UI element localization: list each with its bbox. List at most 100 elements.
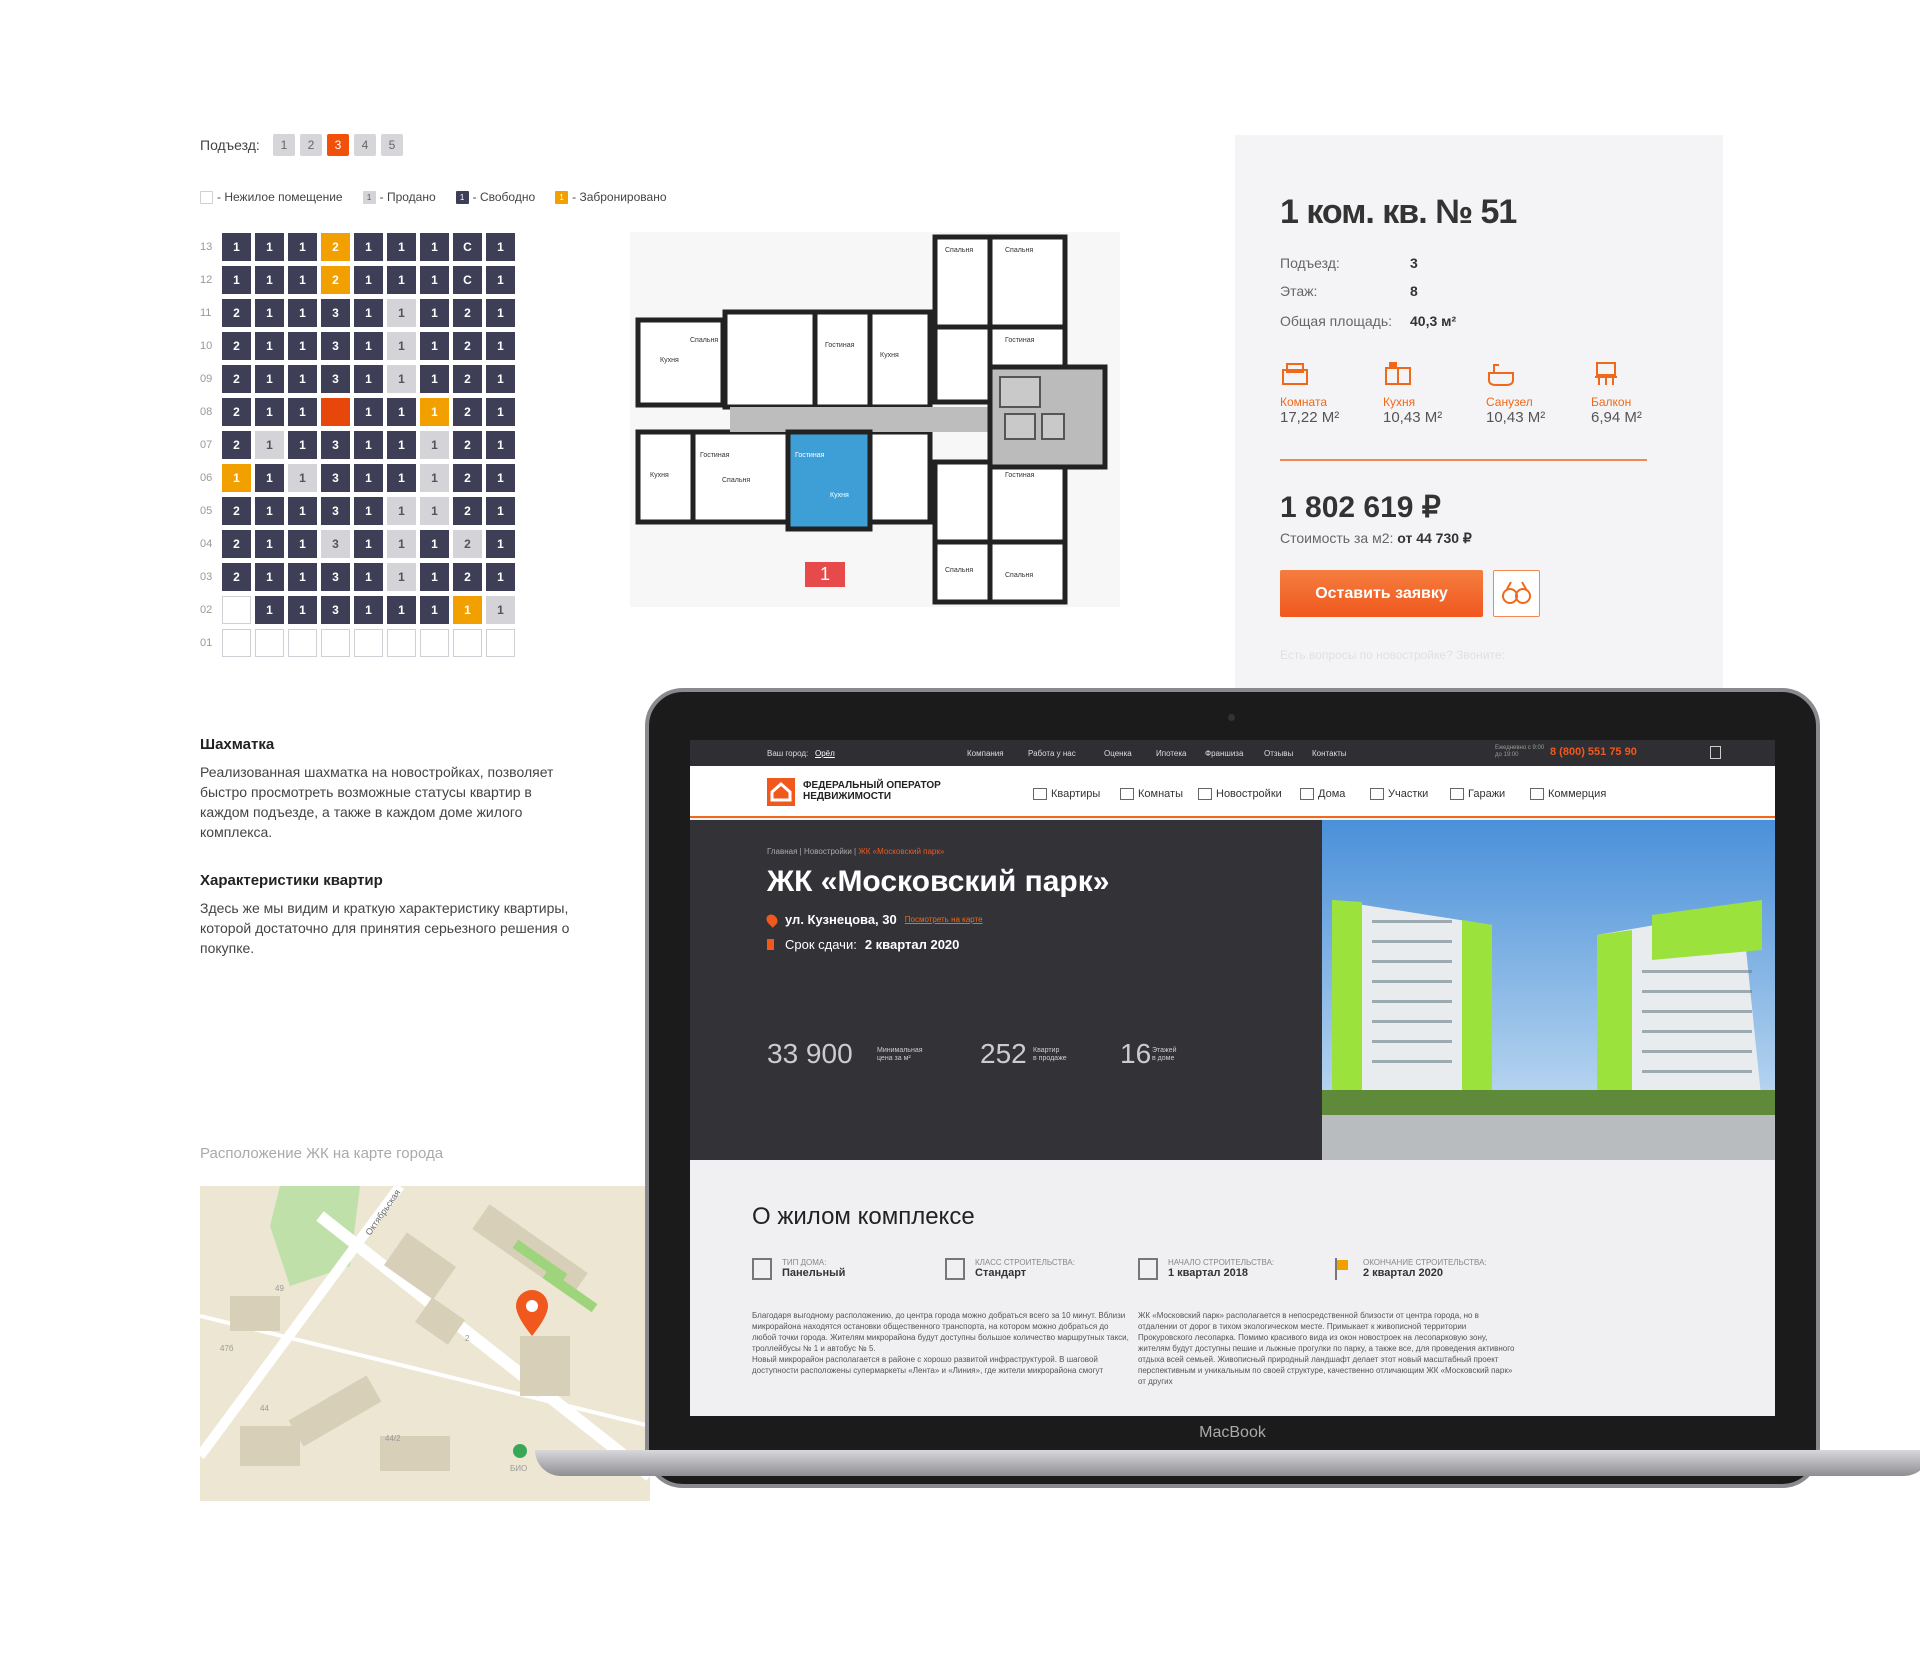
nav-apartments[interactable]: Квартиры <box>1033 788 1100 800</box>
nav-plots[interactable]: Участки <box>1370 788 1428 800</box>
apartment-cell[interactable]: 2 <box>453 530 482 558</box>
apartment-cell[interactable]: 3 <box>321 563 350 591</box>
apartment-cell[interactable]: 2 <box>453 398 482 426</box>
apartment-cell[interactable]: 1 <box>255 299 284 327</box>
nav-careers[interactable]: Работа у нас <box>1028 749 1076 758</box>
apartment-cell[interactable]: 1 <box>288 497 317 525</box>
apartment-cell[interactable]: 1 <box>288 398 317 426</box>
apartment-cell[interactable]: 2 <box>222 431 251 459</box>
apartment-cell[interactable]: 1 <box>420 497 449 525</box>
apartment-cell[interactable]: 2 <box>453 299 482 327</box>
apartment-cell[interactable]: 1 <box>354 530 383 558</box>
apartment-cell[interactable]: 3 <box>321 332 350 360</box>
nav-new-buildings[interactable]: Новостройки <box>1198 788 1282 800</box>
apartment-cell[interactable]: 2 <box>453 365 482 393</box>
apartment-cell[interactable]: 3 <box>321 431 350 459</box>
apartment-cell[interactable]: 1 <box>222 233 251 261</box>
breadcrumb-new-buildings[interactable]: Новостройки <box>804 847 852 856</box>
apartment-cell[interactable]: 1 <box>486 332 515 360</box>
apartment-cell[interactable]: 1 <box>420 464 449 492</box>
entrance-tab-1[interactable]: 1 <box>273 134 295 156</box>
apartment-cell[interactable]: 1 <box>387 530 416 558</box>
apartment-cell[interactable]: 1 <box>387 398 416 426</box>
apartment-cell[interactable]: 1 <box>354 398 383 426</box>
apartment-cell[interactable]: 1 <box>486 497 515 525</box>
apartment-cell[interactable]: 2 <box>453 332 482 360</box>
apartment-cell[interactable]: 1 <box>387 563 416 591</box>
apartment-cell[interactable]: 1 <box>288 464 317 492</box>
apartment-cell[interactable]: 1 <box>420 563 449 591</box>
apartment-cell[interactable]: 1 <box>420 299 449 327</box>
selected-apartment-plan[interactable] <box>785 429 873 532</box>
apartment-cell[interactable]: 3 <box>321 365 350 393</box>
logo-icon[interactable] <box>767 778 795 806</box>
apartment-cell[interactable]: 1 <box>354 299 383 327</box>
apartment-cell[interactable]: 1 <box>288 332 317 360</box>
apartment-cell[interactable]: 1 <box>288 431 317 459</box>
apartment-cell[interactable]: 2 <box>222 299 251 327</box>
apartment-cell[interactable]: 1 <box>255 332 284 360</box>
apartment-cell[interactable]: 1 <box>255 266 284 294</box>
apartment-cell[interactable]: 1 <box>453 596 482 624</box>
nav-commercial[interactable]: Коммерция <box>1530 788 1606 800</box>
apartment-cell[interactable]: 1 <box>486 464 515 492</box>
apartment-cell[interactable]: 1 <box>387 266 416 294</box>
breadcrumb-home[interactable]: Главная <box>767 847 797 856</box>
apartment-cell[interactable]: 1 <box>486 431 515 459</box>
apartment-cell[interactable]: 1 <box>222 464 251 492</box>
apartment-cell[interactable]: 2 <box>222 332 251 360</box>
apartment-cell[interactable]: 1 <box>255 365 284 393</box>
apartment-cell[interactable]: 1 <box>255 563 284 591</box>
apartment-cell[interactable]: 1 <box>255 464 284 492</box>
apartment-cell[interactable]: 2 <box>321 233 350 261</box>
apartment-cell[interactable]: 1 <box>354 266 383 294</box>
apartment-cell[interactable]: 2 <box>453 563 482 591</box>
apartment-cell[interactable]: 1 <box>486 596 515 624</box>
nav-reviews[interactable]: Отзывы <box>1264 749 1293 758</box>
apartment-cell[interactable]: 2 <box>453 431 482 459</box>
apartment-cell[interactable]: 2 <box>453 497 482 525</box>
apartment-cell[interactable]: 1 <box>255 398 284 426</box>
apartment-cell[interactable]: 2 <box>222 365 251 393</box>
nav-rooms[interactable]: Комнаты <box>1120 788 1183 800</box>
apartment-cell[interactable]: 1 <box>354 431 383 459</box>
nav-franchise[interactable]: Франшиза <box>1205 749 1243 758</box>
apartment-cell[interactable]: 3 <box>321 464 350 492</box>
apartment-cell-selected[interactable] <box>321 398 350 426</box>
apartment-cell[interactable]: C <box>453 233 482 261</box>
apartment-cell[interactable]: 1 <box>288 299 317 327</box>
apartment-cell[interactable]: 1 <box>255 431 284 459</box>
apartment-cell[interactable]: 2 <box>222 563 251 591</box>
apartment-cell[interactable]: 1 <box>255 530 284 558</box>
apartment-cell[interactable]: 1 <box>420 530 449 558</box>
apartment-cell[interactable]: 1 <box>354 464 383 492</box>
apartment-cell[interactable]: 1 <box>255 233 284 261</box>
apartment-cell[interactable]: 1 <box>387 464 416 492</box>
apartment-cell[interactable]: 1 <box>222 266 251 294</box>
nav-garages[interactable]: Гаражи <box>1450 788 1505 800</box>
entrance-tab-4[interactable]: 4 <box>354 134 376 156</box>
show-on-map-link[interactable]: Посмотреть на карте <box>905 915 983 924</box>
apartment-cell[interactable]: 2 <box>222 497 251 525</box>
apartment-cell[interactable]: 1 <box>288 233 317 261</box>
apartment-cell[interactable]: 1 <box>486 233 515 261</box>
apartment-cell[interactable]: 2 <box>222 398 251 426</box>
apartment-cell[interactable]: 1 <box>387 233 416 261</box>
apartment-cell[interactable]: 1 <box>354 233 383 261</box>
apartment-cell[interactable]: 1 <box>420 266 449 294</box>
entrance-tab-3[interactable]: 3 <box>327 134 349 156</box>
apartment-cell[interactable]: 1 <box>486 266 515 294</box>
apartment-cell[interactable]: 2 <box>321 266 350 294</box>
apartment-cell[interactable]: 2 <box>453 464 482 492</box>
city-select[interactable]: Орёл <box>815 749 835 758</box>
apartment-cell[interactable]: 3 <box>321 530 350 558</box>
nav-contacts[interactable]: Контакты <box>1312 749 1347 758</box>
apartment-cell[interactable]: 1 <box>255 497 284 525</box>
apartment-cell[interactable]: 1 <box>288 530 317 558</box>
apartment-cell[interactable]: 1 <box>288 563 317 591</box>
apartment-cell[interactable]: 1 <box>387 332 416 360</box>
apartment-cell[interactable]: 1 <box>387 431 416 459</box>
entrance-tab-5[interactable]: 5 <box>381 134 403 156</box>
apartment-cell[interactable]: 1 <box>420 365 449 393</box>
submit-request-button[interactable]: Оставить заявку <box>1280 570 1483 617</box>
